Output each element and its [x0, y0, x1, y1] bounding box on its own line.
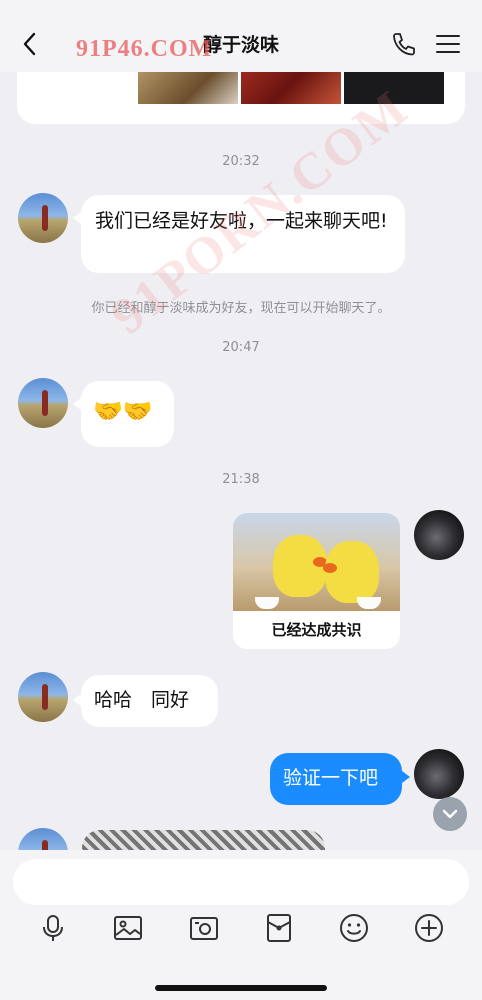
bubble-tail: [73, 694, 81, 706]
bubble-tail: [73, 398, 81, 410]
my-message-bubble[interactable]: 验证一下吧: [270, 753, 402, 805]
more-button[interactable]: [413, 912, 445, 944]
timestamp: 21:38: [222, 472, 260, 487]
camera-button[interactable]: [188, 912, 220, 944]
timestamp: 20:32: [222, 154, 260, 169]
red-packet-icon: [267, 914, 291, 942]
menu-button[interactable]: [434, 32, 462, 56]
camera-icon: [190, 917, 218, 940]
teacup: [357, 597, 381, 609]
emoji-icon: [340, 914, 368, 942]
emoji-button[interactable]: [338, 912, 370, 944]
friend-avatar[interactable]: [18, 672, 68, 722]
red-packet-button[interactable]: [263, 912, 295, 944]
chick-figure: [323, 541, 379, 603]
microphone-icon: [43, 915, 63, 941]
handshake-emoji: 🤝🤝: [93, 397, 153, 425]
plus-icon: [415, 914, 443, 942]
chick-figure: [273, 535, 327, 597]
hamburger-menu-icon: [436, 35, 460, 53]
sticker-image: [233, 513, 400, 611]
friend-avatar[interactable]: [18, 193, 68, 243]
bubble-tail: [402, 771, 410, 783]
system-notice: 你已经和醇于淡味成为好友，现在可以开始聊天了。: [91, 301, 391, 316]
voice-button[interactable]: [37, 912, 69, 944]
my-sticker-message[interactable]: 已经达成共识: [233, 513, 400, 649]
friend-avatar[interactable]: [18, 828, 68, 850]
friend-message-bubble[interactable]: 哈哈 同好: [81, 675, 218, 727]
scroll-to-bottom-button[interactable]: [433, 797, 467, 831]
friend-avatar[interactable]: [18, 378, 68, 428]
friend-image-message[interactable]: [82, 830, 325, 850]
message-input[interactable]: [13, 859, 469, 905]
call-button[interactable]: [390, 30, 418, 58]
friend-emoji-bubble[interactable]: 🤝🤝: [81, 381, 174, 447]
chat-header: 醇于淡味: [0, 0, 482, 72]
image-icon: [114, 916, 142, 940]
bubble-tail: [73, 212, 81, 224]
chevron-down-icon: [442, 809, 458, 819]
message-text: 我们已经是好友啦，一起来聊天吧!: [95, 210, 388, 232]
friend-message-bubble[interactable]: 我们已经是好友啦，一起来聊天吧!: [81, 195, 405, 273]
teacup: [255, 597, 279, 609]
home-indicator[interactable]: [155, 985, 327, 991]
message-text: 哈哈 同好: [94, 689, 190, 711]
phone-icon: [393, 33, 415, 56]
sticker-caption: 已经达成共识: [271, 621, 362, 639]
my-avatar[interactable]: [414, 749, 464, 799]
photo-button[interactable]: [112, 912, 144, 944]
message-text: 验证一下吧: [283, 767, 379, 789]
timestamp: 20:47: [222, 340, 260, 355]
chat-feed[interactable]: 20:32 我们已经是好友啦，一起来聊天吧! 你已经和醇于淡味成为好友，现在可以…: [0, 0, 482, 850]
input-area: [0, 850, 482, 1000]
my-avatar[interactable]: [414, 510, 464, 560]
